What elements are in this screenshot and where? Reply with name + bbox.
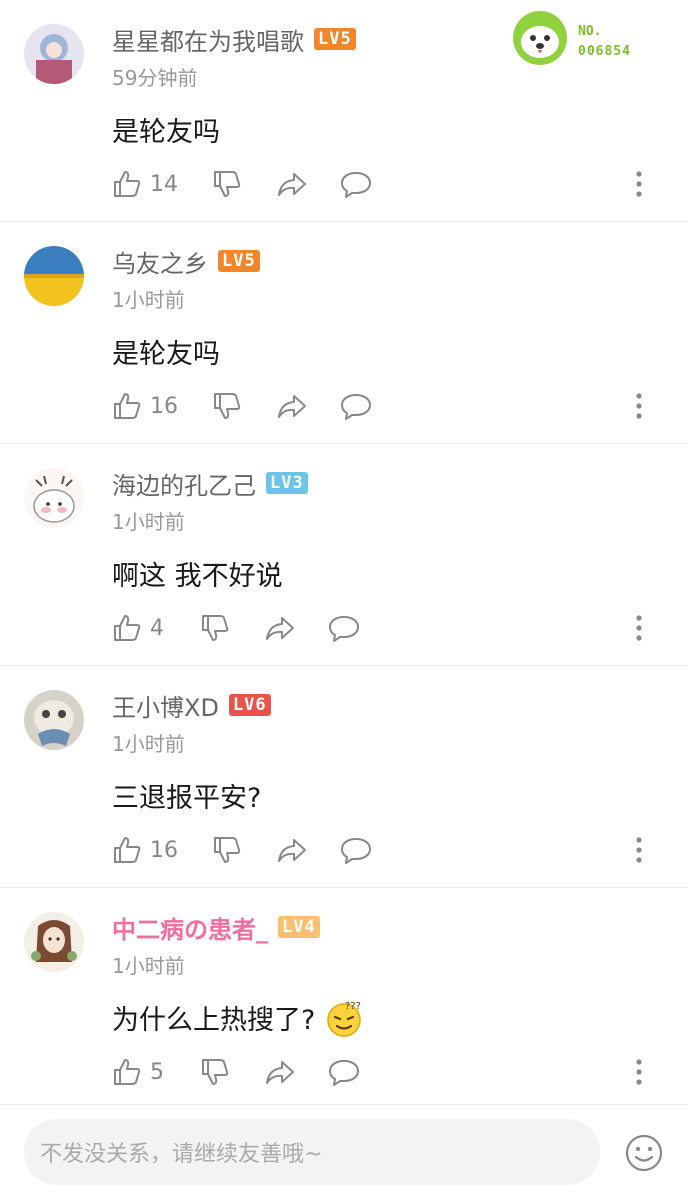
avatar[interactable]	[24, 690, 84, 750]
medal-prefix: NO.	[578, 24, 602, 39]
like-icon	[114, 171, 141, 197]
dislike-button[interactable]	[212, 166, 242, 202]
share-button[interactable]	[276, 166, 308, 202]
avatar[interactable]	[24, 468, 84, 528]
like-count: 5	[150, 1059, 164, 1085]
comment-text: 三退报平安?	[112, 783, 262, 814]
like-icon	[114, 393, 141, 419]
more-icon[interactable]	[634, 170, 644, 198]
share-button[interactable]	[276, 832, 308, 868]
dislike-icon	[202, 615, 229, 641]
timestamp: 1小时前	[112, 288, 185, 312]
dislike-icon	[214, 171, 241, 197]
comment-text: 是轮友吗	[112, 339, 220, 370]
comment-item: 乌友之乡 LV5 1小时前 是轮友吗 16	[0, 222, 688, 444]
share-icon	[266, 1061, 294, 1084]
username[interactable]: 王小博XD	[112, 688, 219, 723]
level-badge: LV5	[314, 28, 356, 50]
like-count: 16	[150, 837, 178, 863]
fan-medal: NO. 006854	[510, 8, 650, 70]
comment-text: 为什么上热搜了?	[112, 1005, 316, 1036]
more-icon[interactable]	[634, 614, 644, 642]
reply-button[interactable]	[340, 388, 372, 424]
like-count: 4	[150, 615, 164, 641]
username[interactable]: 乌友之乡	[112, 244, 208, 279]
level-badge: LV4	[278, 916, 320, 938]
svg-text:???: ???	[345, 1001, 361, 1012]
avatar[interactable]	[24, 246, 84, 306]
comment-item: 中二病の患者_ LV4 1小时前 为什么上热搜了? ??? 5	[0, 888, 688, 1104]
more-icon[interactable]	[634, 836, 644, 864]
reply-button[interactable]	[340, 832, 372, 868]
level-badge: LV5	[218, 250, 260, 272]
like-button[interactable]: 16	[112, 832, 178, 868]
username[interactable]: 星星都在为我唱歌	[112, 22, 304, 57]
medal-number: 006854	[578, 44, 631, 59]
like-icon	[114, 615, 141, 641]
confused-smile-emoji-icon: ???	[327, 1001, 361, 1037]
like-icon	[114, 1059, 141, 1085]
more-icon[interactable]	[634, 392, 644, 420]
like-count: 16	[150, 393, 178, 419]
comment-text-row: 为什么上热搜了? ???	[112, 998, 363, 1037]
dislike-button[interactable]	[200, 1054, 230, 1090]
avatar[interactable]	[24, 912, 84, 972]
dislike-button[interactable]	[212, 832, 242, 868]
dislike-button[interactable]	[212, 388, 242, 424]
level-badge: LV3	[266, 472, 308, 494]
share-icon	[278, 839, 306, 862]
comment-composer: 不发没关系，请继续友善哦~	[0, 1104, 688, 1201]
dislike-icon	[202, 1059, 229, 1085]
reply-button[interactable]	[340, 166, 372, 202]
comment-text: 啊这 我不好说	[112, 561, 283, 592]
share-button[interactable]	[276, 388, 308, 424]
timestamp: 59分钟前	[112, 66, 198, 90]
share-icon	[266, 617, 294, 640]
comment-item: 王小博XD LV6 1小时前 三退报平安? 16	[0, 666, 688, 888]
level-badge: LV6	[228, 694, 271, 716]
share-icon	[278, 395, 306, 418]
reply-icon	[341, 838, 371, 864]
username[interactable]: 海边的孔乙己	[112, 466, 256, 501]
reply-button[interactable]	[328, 610, 360, 646]
more-icon[interactable]	[634, 1058, 644, 1086]
share-button[interactable]	[264, 610, 296, 646]
comment-text: 是轮友吗	[112, 117, 220, 148]
timestamp: 1小时前	[112, 510, 185, 534]
comment-item: 海边的孔乙己 LV3 1小时前 啊这 我不好说 4	[0, 444, 688, 666]
dislike-icon	[214, 393, 241, 419]
reply-icon	[329, 1060, 359, 1086]
like-button[interactable]: 14	[112, 166, 178, 202]
dislike-icon	[214, 837, 241, 863]
avatar[interactable]	[24, 24, 84, 84]
like-icon	[114, 837, 141, 863]
comment-input-placeholder: 不发没关系，请继续友善哦~	[40, 1142, 323, 1167]
timestamp: 1小时前	[112, 954, 185, 978]
like-button[interactable]: 4	[112, 610, 164, 646]
like-button[interactable]: 5	[112, 1054, 164, 1090]
like-button[interactable]: 16	[112, 388, 178, 424]
comment-item: 星星都在为我唱歌 LV5 59分钟前 NO. 006854 是轮友吗 14	[0, 0, 688, 222]
dislike-button[interactable]	[200, 610, 230, 646]
reply-button[interactable]	[328, 1054, 360, 1090]
reply-icon	[341, 394, 371, 420]
username[interactable]: 中二病の患者_	[112, 910, 268, 945]
share-icon	[278, 173, 306, 196]
reply-icon	[329, 616, 359, 642]
comment-input[interactable]: 不发没关系，请继续友善哦~	[24, 1119, 600, 1185]
like-count: 14	[150, 171, 178, 197]
emoji-icon[interactable]	[624, 1133, 664, 1173]
share-button[interactable]	[264, 1054, 296, 1090]
reply-icon	[341, 172, 371, 198]
timestamp: 1小时前	[112, 732, 185, 756]
shiba-badge-icon	[513, 11, 567, 65]
